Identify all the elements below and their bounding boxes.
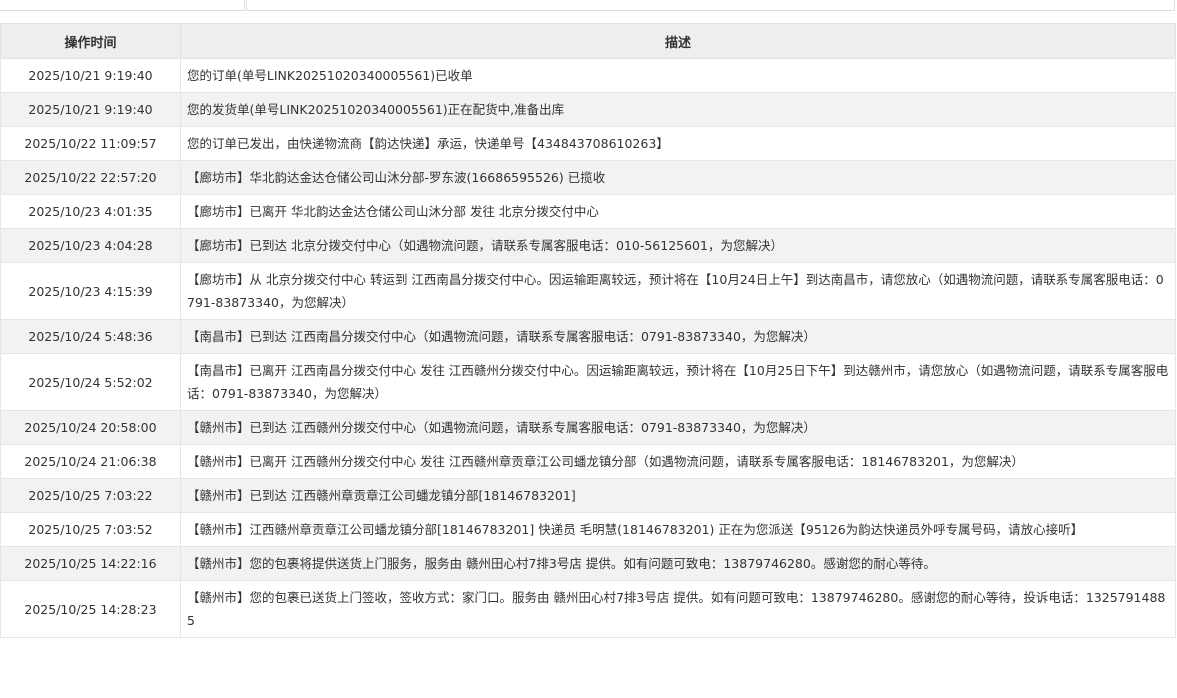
row-time: 2025/10/23 4:01:35: [0, 194, 181, 229]
row-desc: 您的订单(单号LINK20251020340005561)已收单: [180, 58, 1176, 93]
table-row: 2025/10/25 14:22:16 【赣州市】您的包裹将提供送货上门服务，服务…: [0, 546, 1176, 581]
tab-left[interactable]: [0, 0, 245, 11]
row-time: 2025/10/25 14:22:16: [0, 546, 181, 581]
table-row: 2025/10/21 9:19:40 您的订单(单号LINK20251020340…: [0, 58, 1176, 93]
table-row: 2025/10/25 7:03:22 【赣州市】已到达 江西赣州章贡章江公司蟠龙镇…: [0, 478, 1176, 513]
row-desc: 【廊坊市】华北韵达金达仓储公司山沐分部-罗东波(16686595526) 已揽收: [180, 160, 1176, 195]
row-desc: 您的订单已发出，由快递物流商【韵达快递】承运，快递单号【434843708610…: [180, 126, 1176, 161]
table-row: 2025/10/24 20:58:00 【赣州市】已到达 江西赣州分拨交付中心（如…: [0, 410, 1176, 445]
row-desc: 【廊坊市】从 北京分拨交付中心 转运到 江西南昌分拨交付中心。因运输距离较远，预…: [180, 262, 1176, 320]
table-row: 2025/10/22 22:57:20 【廊坊市】华北韵达金达仓储公司山沐分部-罗…: [0, 160, 1176, 195]
header-time: 操作时间: [0, 23, 181, 59]
row-time: 2025/10/22 22:57:20: [0, 160, 181, 195]
header-desc: 描述: [180, 23, 1176, 59]
table-row: 2025/10/25 14:28:23 【赣州市】您的包裹已送货上门签收，签收方式…: [0, 580, 1176, 638]
row-time: 2025/10/24 20:58:00: [0, 410, 181, 445]
table-row: 2025/10/24 21:06:38 【赣州市】已离开 江西赣州分拨交付中心 发…: [0, 444, 1176, 479]
row-time: 2025/10/22 11:09:57: [0, 126, 181, 161]
row-time: 2025/10/24 5:48:36: [0, 319, 181, 354]
table-header-row: 操作时间 描述: [0, 23, 1176, 59]
top-tab-strip: [0, 0, 1177, 23]
table-row: 2025/10/23 4:15:39 【廊坊市】从 北京分拨交付中心 转运到 江西…: [0, 262, 1176, 320]
row-time: 2025/10/21 9:19:40: [0, 92, 181, 127]
row-desc: 【廊坊市】已到达 北京分拨交付中心（如遇物流问题，请联系专属客服电话：010-5…: [180, 228, 1176, 263]
logistics-table: 操作时间 描述 2025/10/21 9:19:40 您的订单(单号LINK202…: [0, 23, 1176, 638]
row-desc: 【赣州市】已到达 江西赣州分拨交付中心（如遇物流问题，请联系专属客服电话：079…: [180, 410, 1176, 445]
row-desc: 【赣州市】江西赣州章贡章江公司蟠龙镇分部[18146783201] 快递员 毛明…: [180, 512, 1176, 547]
table-row: 2025/10/23 4:04:28 【廊坊市】已到达 北京分拨交付中心（如遇物流…: [0, 228, 1176, 263]
table-row: 2025/10/25 7:03:52 【赣州市】江西赣州章贡章江公司蟠龙镇分部[1…: [0, 512, 1176, 547]
row-time: 2025/10/21 9:19:40: [0, 58, 181, 93]
table-body: 2025/10/21 9:19:40 您的订单(单号LINK20251020340…: [0, 58, 1176, 638]
tab-right[interactable]: [246, 0, 1175, 11]
row-desc: 您的发货单(单号LINK20251020340005561)正在配货中,准备出库: [180, 92, 1176, 127]
table-row: 2025/10/21 9:19:40 您的发货单(单号LINK2025102034…: [0, 92, 1176, 127]
row-desc: 【南昌市】已离开 江西南昌分拨交付中心 发往 江西赣州分拨交付中心。因运输距离较…: [180, 353, 1176, 411]
row-time: 2025/10/25 14:28:23: [0, 580, 181, 638]
row-desc: 【赣州市】您的包裹已送货上门签收，签收方式：家门口。服务由 赣州田心村7排3号店…: [180, 580, 1176, 638]
row-desc: 【南昌市】已到达 江西南昌分拨交付中心（如遇物流问题，请联系专属客服电话：079…: [180, 319, 1176, 354]
row-desc: 【赣州市】您的包裹将提供送货上门服务，服务由 赣州田心村7排3号店 提供。如有问…: [180, 546, 1176, 581]
row-time: 2025/10/24 21:06:38: [0, 444, 181, 479]
row-time: 2025/10/23 4:04:28: [0, 228, 181, 263]
row-time: 2025/10/23 4:15:39: [0, 262, 181, 320]
row-desc: 【廊坊市】已离开 华北韵达金达仓储公司山沐分部 发往 北京分拨交付中心: [180, 194, 1176, 229]
table-row: 2025/10/24 5:52:02 【南昌市】已离开 江西南昌分拨交付中心 发往…: [0, 353, 1176, 411]
row-desc: 【赣州市】已到达 江西赣州章贡章江公司蟠龙镇分部[18146783201]: [180, 478, 1176, 513]
table-row: 2025/10/23 4:01:35 【廊坊市】已离开 华北韵达金达仓储公司山沐分…: [0, 194, 1176, 229]
row-time: 2025/10/24 5:52:02: [0, 353, 181, 411]
row-desc: 【赣州市】已离开 江西赣州分拨交付中心 发往 江西赣州章贡章江公司蟠龙镇分部（如…: [180, 444, 1176, 479]
row-time: 2025/10/25 7:03:52: [0, 512, 181, 547]
table-row: 2025/10/22 11:09:57 您的订单已发出，由快递物流商【韵达快递】承…: [0, 126, 1176, 161]
row-time: 2025/10/25 7:03:22: [0, 478, 181, 513]
table-row: 2025/10/24 5:48:36 【南昌市】已到达 江西南昌分拨交付中心（如遇…: [0, 319, 1176, 354]
